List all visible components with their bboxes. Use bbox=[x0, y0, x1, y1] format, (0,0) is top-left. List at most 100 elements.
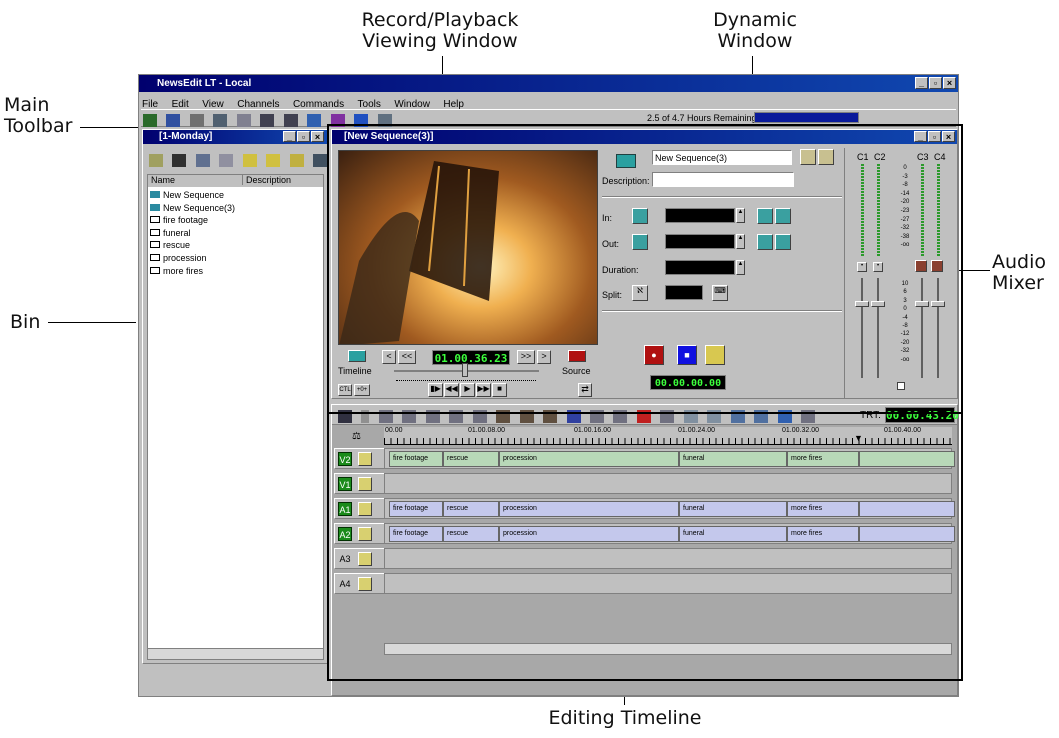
swap-button[interactable]: ⇄ bbox=[578, 383, 592, 397]
fader-c2[interactable] bbox=[871, 301, 885, 307]
ripple2-icon[interactable] bbox=[519, 410, 534, 424]
trim-icon[interactable] bbox=[378, 410, 393, 424]
zoom-icon[interactable] bbox=[195, 154, 210, 168]
bin-close-button[interactable]: × bbox=[311, 131, 324, 142]
list-item[interactable]: New Sequence(3) bbox=[150, 202, 235, 215]
save-icon[interactable] bbox=[338, 410, 352, 424]
seq-close-button[interactable]: × bbox=[942, 131, 955, 142]
timeline-clip[interactable] bbox=[859, 501, 955, 517]
record-button[interactable]: ● bbox=[644, 345, 664, 365]
split-button[interactable]: ℵ bbox=[632, 285, 648, 301]
track-name-toggle[interactable]: A4 bbox=[338, 577, 352, 591]
timeline-track[interactable]: fire footage rescue procession funeral more … bbox=[384, 498, 955, 519]
seq-minimize-button[interactable]: _ bbox=[914, 131, 927, 142]
mark-in-button[interactable] bbox=[632, 208, 648, 224]
timeline-clip[interactable]: procession bbox=[499, 526, 679, 542]
open-folder-icon[interactable] bbox=[266, 154, 281, 168]
network-icon[interactable] bbox=[330, 114, 345, 128]
timeline-clip[interactable] bbox=[859, 526, 955, 542]
timeline-track[interactable]: fire footage rescue procession funeral more … bbox=[384, 523, 955, 544]
close-button[interactable]: × bbox=[943, 77, 956, 89]
play-button[interactable]: ▶ bbox=[460, 383, 475, 397]
timeline-clip[interactable]: rescue bbox=[443, 501, 499, 517]
sequence-info-button[interactable] bbox=[818, 149, 834, 165]
scissors-icon[interactable] bbox=[189, 114, 204, 128]
ff-transport-button[interactable]: ▶▶ bbox=[476, 383, 491, 397]
list-item[interactable]: more fires bbox=[150, 265, 235, 278]
effect-icon[interactable] bbox=[566, 410, 581, 424]
seq-restore-button[interactable]: ▫ bbox=[928, 131, 941, 142]
timeline-clip[interactable]: funeral bbox=[679, 501, 787, 517]
mixer-pan-c3[interactable] bbox=[915, 260, 927, 272]
list-item[interactable]: New Sequence bbox=[150, 189, 235, 202]
razor-icon[interactable] bbox=[402, 410, 417, 424]
undo-icon[interactable] bbox=[730, 410, 745, 424]
drop-frame-button[interactable]: +0+ bbox=[354, 384, 370, 396]
timeline-track[interactable] bbox=[384, 573, 952, 594]
timeline-track[interactable] bbox=[384, 548, 952, 569]
list-icon[interactable] bbox=[236, 114, 251, 128]
timeline-clip[interactable]: fire footage bbox=[389, 451, 443, 467]
duration-timecode[interactable] bbox=[665, 260, 735, 275]
track-lock-button[interactable] bbox=[358, 502, 372, 516]
remove-icon[interactable] bbox=[636, 410, 651, 424]
split-edit-icon[interactable] bbox=[425, 410, 440, 424]
audio-icon[interactable] bbox=[472, 410, 487, 424]
timeline-ruler[interactable]: 00.00 01.00.08.00 01.00.16.00 01.00.24.0… bbox=[384, 427, 952, 445]
timeline-clip[interactable]: fire footage bbox=[389, 526, 443, 542]
stop-record-button[interactable]: ■ bbox=[677, 345, 697, 365]
track-lock-button[interactable] bbox=[358, 477, 372, 491]
zoom-out-icon[interactable] bbox=[707, 410, 722, 424]
track-name-toggle[interactable]: A1 bbox=[338, 502, 352, 516]
clear-in-button[interactable] bbox=[775, 208, 791, 224]
timeline-clip[interactable]: procession bbox=[499, 501, 679, 517]
network2-icon[interactable] bbox=[354, 114, 369, 128]
sequence-options-button[interactable] bbox=[800, 149, 816, 165]
new-folder-icon[interactable] bbox=[242, 154, 257, 168]
ripple3-icon[interactable] bbox=[543, 410, 558, 424]
minimize-button[interactable]: _ bbox=[915, 77, 928, 89]
zoom-in-icon[interactable] bbox=[683, 410, 698, 424]
export-icon[interactable] bbox=[307, 114, 322, 128]
goto-in-button[interactable] bbox=[757, 208, 773, 224]
lift-icon[interactable] bbox=[660, 410, 675, 424]
in-spin[interactable]: ▲ bbox=[736, 208, 745, 223]
mixer-link-checkbox[interactable] bbox=[897, 382, 905, 390]
timeline-mode-button[interactable] bbox=[348, 350, 366, 362]
fader-c3[interactable] bbox=[915, 301, 929, 307]
list-item[interactable]: fire footage bbox=[150, 214, 235, 227]
timeline-clip[interactable]: funeral bbox=[679, 451, 787, 467]
play-reverse-button[interactable]: ▮▶ bbox=[428, 383, 443, 397]
ripple-icon[interactable] bbox=[496, 410, 511, 424]
track-name-toggle[interactable]: A3 bbox=[338, 552, 352, 566]
restore-button[interactable]: ▫ bbox=[929, 77, 942, 89]
timeline-track[interactable] bbox=[384, 473, 952, 494]
rewind-transport-button[interactable]: ◀◀ bbox=[444, 383, 459, 397]
track-lock-button[interactable] bbox=[358, 552, 372, 566]
duration-spin[interactable]: ▲ bbox=[736, 260, 745, 275]
track-name-toggle[interactable]: V2 bbox=[338, 452, 352, 466]
timeline-clip[interactable]: more fires bbox=[787, 501, 859, 517]
bin-col-name[interactable]: Name bbox=[151, 175, 175, 185]
mixer-pan-c1[interactable]: • bbox=[857, 262, 867, 272]
timeline-clip[interactable]: procession bbox=[499, 451, 679, 467]
track-lock-button[interactable] bbox=[358, 577, 372, 591]
track-lock-button[interactable] bbox=[358, 527, 372, 541]
track-name-toggle[interactable]: A2 bbox=[338, 527, 352, 541]
mixer-pan-c2[interactable]: • bbox=[873, 262, 883, 272]
source-mode-button[interactable] bbox=[568, 350, 586, 362]
list-item[interactable]: rescue bbox=[150, 239, 235, 252]
stop-button[interactable]: ■ bbox=[492, 383, 507, 397]
ctl-button[interactable]: CTL bbox=[338, 384, 352, 396]
fast-forward-button[interactable]: >> bbox=[517, 350, 535, 364]
bin-hscrollbar[interactable] bbox=[148, 648, 323, 659]
timeline-track[interactable]: fire footage rescue procession funeral more … bbox=[384, 448, 955, 469]
step-back-button[interactable]: < bbox=[382, 350, 396, 364]
bin-col-description[interactable]: Description bbox=[242, 175, 291, 185]
timeline-clip[interactable]: fire footage bbox=[389, 501, 443, 517]
mark-out-button[interactable] bbox=[632, 234, 648, 250]
options-icon[interactable] bbox=[801, 410, 816, 424]
sequence-name-field[interactable]: New Sequence(3) bbox=[652, 150, 792, 165]
bin-restore-button[interactable]: ▫ bbox=[297, 131, 310, 142]
link-icon[interactable] bbox=[613, 410, 628, 424]
